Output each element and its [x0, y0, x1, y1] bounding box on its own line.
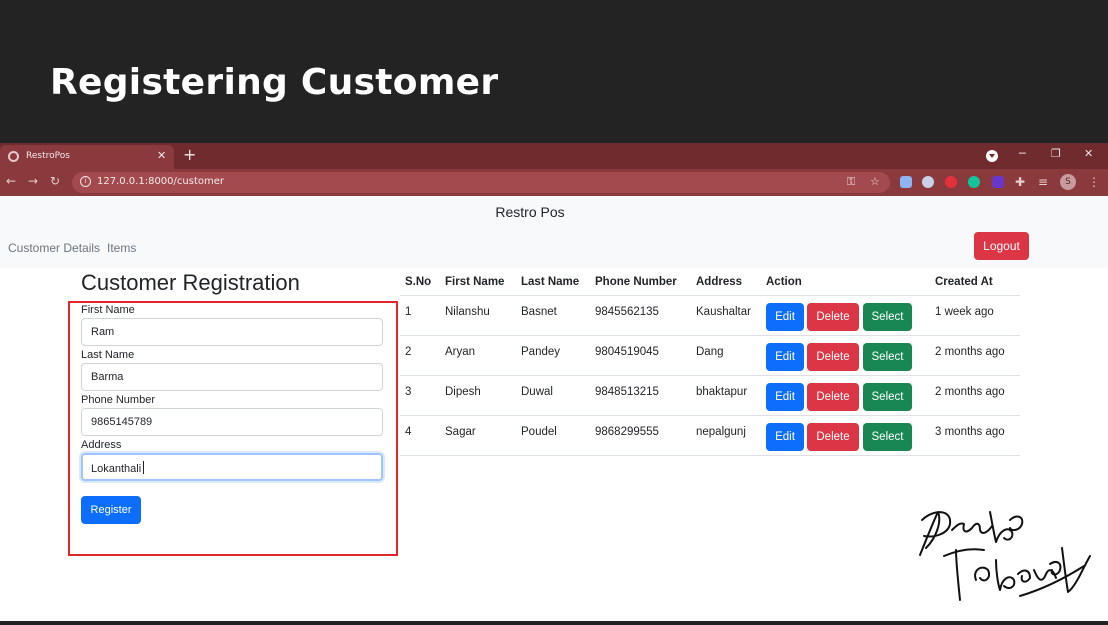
close-tab-icon[interactable]: ✕ — [157, 149, 166, 162]
cell-created-at: 1 week ago — [935, 306, 994, 318]
slide-title: Registering Customer — [50, 62, 499, 103]
brand-title[interactable]: Restro Pos — [0, 204, 1060, 220]
tab-search-icon[interactable] — [986, 150, 998, 162]
minimize-icon[interactable]: ─ — [1019, 147, 1026, 160]
restore-icon[interactable]: ❐ — [1051, 147, 1061, 160]
browser-tab[interactable]: RestroPos ✕ — [0, 145, 174, 169]
last-name-label: Last Name — [81, 349, 135, 361]
cell-sno: 4 — [405, 426, 412, 438]
extension-icon[interactable] — [992, 176, 1004, 188]
first-name-value: Ram — [91, 326, 115, 338]
url-field[interactable]: i 127.0.0.1:8000/customer ⚿ ☆ — [72, 172, 890, 193]
table-row: 4 Sagar Poudel 9868299555 nepalgunj Edit… — [400, 416, 1020, 456]
cell-sno: 2 — [405, 346, 412, 358]
column-header: Phone Number — [595, 276, 677, 288]
grammarly-icon[interactable] — [968, 176, 980, 188]
globe-icon — [8, 151, 19, 162]
nav-link-customer-details[interactable]: Customer Details — [8, 241, 100, 255]
cell-phone: 9848513215 — [595, 386, 659, 398]
url-text: 127.0.0.1:8000/customer — [97, 176, 224, 187]
table-row: 1 Nilanshu Basnet 9845562135 Kaushaltar … — [400, 296, 1020, 336]
select-button[interactable]: Select — [863, 303, 912, 331]
tab-bar: RestroPos ✕ + ─ ❐ ✕ — [0, 143, 1108, 169]
address-label: Address — [81, 439, 122, 451]
column-header: Created At — [935, 276, 993, 288]
edit-button[interactable]: Edit — [766, 383, 804, 411]
delete-button[interactable]: Delete — [807, 343, 859, 371]
edit-button[interactable]: Edit — [766, 423, 804, 451]
table-row: 3 Dipesh Duwal 9848513215 bhaktapur Edit… — [400, 376, 1020, 416]
cell-first-name: Nilanshu — [445, 306, 490, 318]
register-button[interactable]: Register — [81, 496, 141, 524]
edit-button[interactable]: Edit — [766, 343, 804, 371]
cell-first-name: Aryan — [445, 346, 476, 358]
text-caret — [143, 461, 145, 474]
cell-address: nepalgunj — [696, 426, 746, 438]
cell-address: Dang — [696, 346, 724, 358]
column-header: S.No — [405, 276, 432, 288]
extension-icon[interactable] — [900, 176, 912, 188]
cell-last-name: Pandey — [521, 346, 561, 358]
handwritten-signature — [919, 511, 1091, 601]
phone-number-value: 9865145789 — [91, 416, 153, 428]
menu-dots-icon[interactable]: ⋮ — [1088, 175, 1100, 189]
info-icon[interactable]: i — [80, 176, 91, 187]
cell-last-name: Basnet — [521, 306, 557, 318]
delete-button[interactable]: Delete — [807, 303, 859, 331]
select-button[interactable]: Select — [863, 383, 912, 411]
cell-first-name: Dipesh — [445, 386, 481, 398]
presentation-slide: Registering Customer RestroPos ✕ + ─ ❐ ✕… — [0, 0, 1108, 625]
close-window-icon[interactable]: ✕ — [1084, 147, 1093, 160]
select-button[interactable]: Select — [863, 423, 912, 451]
navbar: Restro Pos Customer Details Items Logout — [0, 196, 1108, 268]
tab-title: RestroPos — [26, 151, 70, 161]
column-header: Address — [696, 276, 743, 288]
extension-icon[interactable] — [945, 176, 957, 188]
cell-last-name: Duwal — [521, 386, 553, 398]
reading-list-icon[interactable]: ≡ — [1038, 175, 1048, 189]
cell-created-at: 2 months ago — [935, 386, 1005, 398]
address-input[interactable]: Lokanthali — [81, 453, 383, 481]
address-bar: ← → ↻ i 127.0.0.1:8000/customer ⚿ ☆ ✚ ≡ … — [0, 169, 1108, 196]
puzzle-icon[interactable]: ✚ — [1015, 175, 1025, 189]
key-icon[interactable]: ⚿ — [847, 175, 855, 189]
last-name-input[interactable]: Barma — [81, 363, 383, 391]
bookmark-star-icon[interactable]: ☆ — [870, 175, 880, 188]
address-value-wrap: Lokanthali — [91, 461, 145, 475]
select-button[interactable]: Select — [863, 343, 912, 371]
form-title: Customer Registration — [81, 270, 300, 295]
cell-created-at: 3 months ago — [935, 426, 1005, 438]
cell-phone: 9804519045 — [595, 346, 659, 358]
back-icon[interactable]: ← — [6, 174, 16, 188]
edit-button[interactable]: Edit — [766, 303, 804, 331]
logout-button[interactable]: Logout — [974, 232, 1029, 260]
column-header: Last Name — [521, 276, 580, 288]
cell-sno: 1 — [405, 306, 412, 318]
cell-address: bhaktapur — [696, 386, 748, 398]
cell-last-name: Poudel — [521, 426, 557, 438]
first-name-label: First Name — [81, 304, 135, 316]
cell-sno: 3 — [405, 386, 412, 398]
cell-first-name: Sagar — [445, 426, 476, 438]
phone-number-input[interactable]: 9865145789 — [81, 408, 383, 436]
extension-icon[interactable] — [922, 176, 934, 188]
forward-icon[interactable]: → — [28, 174, 38, 188]
cell-phone: 9845562135 — [595, 306, 659, 318]
reload-icon[interactable]: ↻ — [50, 174, 60, 188]
new-tab-icon[interactable]: + — [183, 145, 196, 164]
table-row: 2 Aryan Pandey 9804519045 Dang Edit Dele… — [400, 336, 1020, 376]
delete-button[interactable]: Delete — [807, 423, 859, 451]
cell-address: Kaushaltar — [696, 306, 751, 318]
delete-button[interactable]: Delete — [807, 383, 859, 411]
last-name-value: Barma — [91, 371, 124, 383]
profile-avatar[interactable]: S — [1060, 174, 1076, 190]
column-header: First Name — [445, 276, 505, 288]
cell-phone: 9868299555 — [595, 426, 659, 438]
phone-number-label: Phone Number — [81, 394, 155, 406]
column-header: Action — [766, 276, 802, 288]
address-value: Lokanthali — [91, 463, 142, 475]
nav-link-items[interactable]: Items — [107, 241, 136, 255]
cell-created-at: 2 months ago — [935, 346, 1005, 358]
first-name-input[interactable]: Ram — [81, 318, 383, 346]
